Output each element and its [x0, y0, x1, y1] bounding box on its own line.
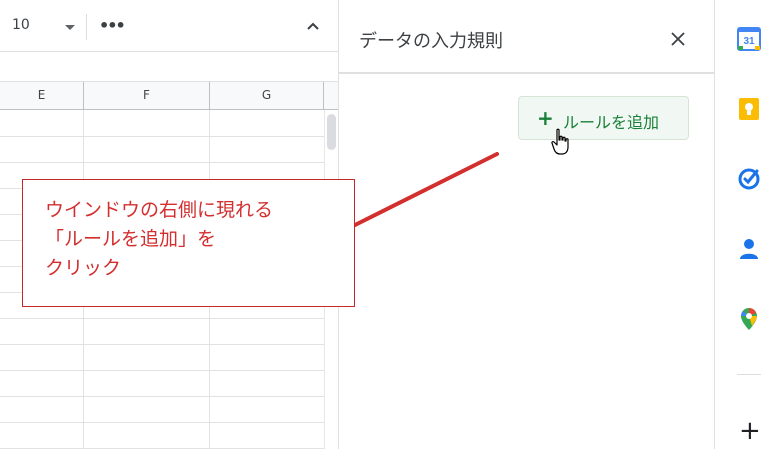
callout-line: クリック: [45, 257, 122, 279]
maps-icon[interactable]: [737, 307, 761, 331]
keep-icon[interactable]: [737, 97, 761, 121]
more-options-icon[interactable]: •••: [99, 16, 126, 35]
close-icon[interactable]: [670, 31, 686, 47]
column-header-f[interactable]: F: [84, 82, 210, 109]
collapse-toolbar-icon[interactable]: [305, 18, 321, 34]
toolbar: 10 •••: [0, 0, 338, 52]
toolbar-divider: [86, 14, 87, 40]
grid-row-line: [0, 370, 324, 371]
scrollbar-thumb[interactable]: [327, 114, 336, 150]
calendar-day: 31: [743, 36, 755, 47]
add-rule-button[interactable]: + ルールを追加: [518, 96, 689, 140]
grid-row-line: [0, 318, 324, 319]
calendar-icon[interactable]: 31: [737, 27, 761, 51]
grid-row-line: [0, 136, 324, 137]
hand-cursor-icon: [551, 128, 569, 155]
column-header-g[interactable]: G: [210, 82, 324, 109]
contacts-icon[interactable]: [737, 237, 761, 261]
font-size-dropdown-icon[interactable]: [65, 25, 75, 30]
grid-row-line: [0, 422, 324, 423]
column-header-row: E F G: [0, 82, 338, 110]
grid-row-line: [0, 162, 324, 163]
side-app-rail: 31 +: [714, 0, 780, 449]
annotation-callout: ウインドウの右側に現れる 「ルールを追加」を クリック: [22, 179, 355, 307]
add-rule-label: ルールを追加: [563, 113, 660, 132]
tasks-icon[interactable]: [737, 167, 761, 191]
add-app-icon[interactable]: +: [739, 418, 761, 444]
rail-divider: [737, 374, 761, 375]
formula-bar-area: [0, 52, 338, 82]
panel-title: データの入力規則: [359, 31, 503, 52]
callout-line: 「ルールを追加」を: [45, 228, 217, 250]
panel-header: データの入力規則: [339, 0, 714, 74]
callout-line: ウインドウの右側に現れる: [45, 199, 274, 221]
font-size-value[interactable]: 10: [12, 17, 30, 33]
grid-row-line: [0, 344, 324, 345]
plus-icon: +: [537, 106, 554, 130]
grid-row-line: [0, 396, 324, 397]
data-validation-panel: データの入力規則 + ルールを追加: [338, 0, 714, 449]
column-header-e[interactable]: E: [0, 82, 84, 109]
